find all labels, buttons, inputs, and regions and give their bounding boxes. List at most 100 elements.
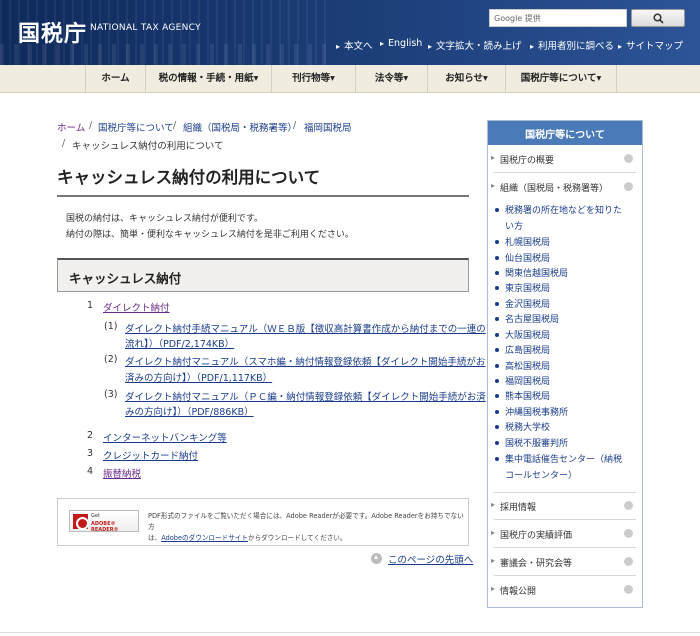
breadcrumb-separator: / <box>89 120 93 131</box>
link-manual-web-line1[interactable]: ダイレクト納付手続マニュアル（ＷＥＢ版【徴収高計算書作成から納付までの一連の <box>125 321 486 335</box>
sidebar-subitem-sapporo[interactable]: 札幌国税局 <box>494 235 550 248</box>
adobe-notice-pre: は、 <box>148 534 162 542</box>
sidebar-header: 国税庁等について <box>488 121 642 145</box>
list-number: 2 <box>87 430 94 441</box>
sidebar-subitem-tribunal[interactable]: 国税不服審判所 <box>494 436 568 449</box>
title-divider <box>57 195 469 197</box>
sidebar-item-performance-evaluation[interactable]: 国税庁の実績評価 <box>491 528 572 541</box>
sidebar-item-overview[interactable]: 国税庁の概要 <box>491 153 554 166</box>
sidebar-divider <box>494 172 636 173</box>
breadcrumb-home[interactable]: ホーム <box>57 120 85 134</box>
list-number: 1 <box>87 300 94 311</box>
arrow-up-icon <box>371 553 382 564</box>
section-heading-text: キャッシュレス納付 <box>69 271 182 286</box>
expand-icon[interactable] <box>624 529 633 538</box>
adobe-reader-notice: Get ADOBE® READER® PDF形式のファイルをご覧いただく場合には… <box>57 498 469 546</box>
nav-publications[interactable]: 刊行物等▾ <box>271 65 355 93</box>
list-number: 4 <box>87 466 94 477</box>
breadcrumb-separator: / <box>173 120 177 131</box>
breadcrumb-organization[interactable]: 組織（国税局・税務署等） <box>183 120 297 134</box>
adobe-notice-text: PDF形式のファイルをご覧いただく場合には、Adobe Readerが必要です。… <box>148 511 464 544</box>
search-button[interactable] <box>631 9 685 27</box>
link-manual-smartphone-line1[interactable]: ダイレクト納付マニュアル（スマホ編・納付情報登録依頼【ダイレクト開始手続がお <box>125 354 485 368</box>
sidebar-subitem-takamatsu[interactable]: 高松国税局 <box>494 359 550 372</box>
sidebar-subitem-tokyo[interactable]: 東京国税局 <box>494 281 550 294</box>
link-manual-pc-line1[interactable]: ダイレクト納付マニュアル（ＰＣ編・納付情報登録依頼【ダイレクト開始手続がお済 <box>125 389 486 403</box>
breadcrumb-fukuoka[interactable]: 福岡国税局 <box>304 120 352 134</box>
util-link-sitemap[interactable]: サイトマップ <box>618 38 683 52</box>
sidebar-item-organization[interactable]: 組織（国税局・税務署等） <box>491 181 608 194</box>
sidebar-subitem-call-center-cont[interactable]: コールセンター） <box>505 468 577 481</box>
intro-text-2: 納付の際は、簡単・便利なキャッシュレス納付を是非ご利用ください。 <box>66 230 354 240</box>
sublist-number: (3) <box>104 389 118 400</box>
breadcrumb-current: キャッシュレス納付の利用について <box>72 141 224 152</box>
sidebar-subitem-kanazawa[interactable]: 金沢国税局 <box>494 297 550 310</box>
site-header: 国税庁 NATIONAL TAX AGENCY Google 提供 本文へ En… <box>0 0 700 65</box>
section-heading: キャッシュレス納付 <box>57 258 469 292</box>
site-logo[interactable]: 国税庁 <box>18 16 87 48</box>
sidebar-title: 国税庁等について <box>525 130 605 141</box>
util-link-main-content[interactable]: 本文へ <box>336 38 373 52</box>
sidebar-item-information-disclosure[interactable]: 情報公開 <box>491 584 536 597</box>
search-placeholder: Google 提供 <box>494 14 541 23</box>
global-nav: ホーム 税の情報・手続・用紙▾ 刊行物等▾ 法令等▾ お知らせ▾ 国税庁等につい… <box>0 65 700 93</box>
sidebar-divider <box>494 547 636 548</box>
sidebar-divider <box>494 519 636 520</box>
breadcrumb-separator: / <box>293 120 297 131</box>
sidebar-subitem-tax-office-location-cont[interactable]: い方 <box>505 219 523 232</box>
page-top-link[interactable]: このページの先頭へ <box>388 552 473 566</box>
adobe-download-link[interactable]: Adobeのダウンロードサイト <box>161 534 248 542</box>
util-link-text-size[interactable]: 文字拡大・読み上げ <box>428 38 522 52</box>
expand-icon[interactable] <box>624 501 633 510</box>
sidebar-subitem-okinawa[interactable]: 沖縄国税事務所 <box>494 405 568 418</box>
breadcrumb-about[interactable]: 国税庁等について <box>98 120 174 134</box>
link-transfer-payment[interactable]: 振替納税 <box>103 466 141 480</box>
link-internet-banking[interactable]: インターネットバンキング等 <box>103 430 227 444</box>
sidebar-subitem-sendai[interactable]: 仙台国税局 <box>494 251 550 264</box>
sidebar-subitem-osaka[interactable]: 大阪国税局 <box>494 328 550 341</box>
expand-icon[interactable] <box>624 585 633 594</box>
intro-text-1: 国税の納付は、キャッシュレス納付が便利です。 <box>66 214 263 224</box>
nav-tax-info[interactable]: 税の情報・手続・用紙▾ <box>145 65 271 93</box>
sidebar-subitem-tax-college[interactable]: 税務大学校 <box>494 420 550 433</box>
sidebar-subitem-call-center[interactable]: 集中電話催告センター（納税 <box>494 452 622 465</box>
link-manual-smartphone-line2[interactable]: 済みの方向け】）（PDF/1,117KB） <box>125 370 272 384</box>
footer-divider <box>0 632 700 633</box>
sidebar-divider <box>494 575 636 576</box>
search-icon <box>653 13 664 24</box>
get-adobe-reader-badge[interactable]: Get ADOBE® READER® <box>69 510 139 533</box>
nav-laws[interactable]: 法令等▾ <box>355 65 427 93</box>
sublist-number: (2) <box>104 354 118 365</box>
link-credit-card[interactable]: クレジットカード納付 <box>103 448 198 462</box>
link-manual-pc-line2[interactable]: みの方向け】）（PDF/886KB） <box>125 404 254 418</box>
badge-get-text: Get <box>91 513 100 519</box>
adobe-notice-post: からダウンロードしてください。 <box>247 534 347 542</box>
adobe-notice-line1: PDF形式のファイルをご覧いただく場合には、Adobe Readerが必要です。… <box>148 512 464 531</box>
sidebar-subitem-hiroshima[interactable]: 広島国税局 <box>494 343 550 356</box>
link-direct-payment[interactable]: ダイレクト納付 <box>103 300 170 314</box>
nav-about-agency[interactable]: 国税庁等について▾ <box>505 65 617 93</box>
sidebar-item-councils[interactable]: 審議会・研究会等 <box>491 556 572 569</box>
sidebar: 国税庁等について 国税庁の概要 組織（国税局・税務署等） 税務署の所在地などを知… <box>487 120 643 608</box>
sublist-number: (1) <box>104 321 118 332</box>
collapse-icon[interactable] <box>624 182 633 191</box>
link-manual-web-line2[interactable]: 流れ】）（PDF/2,174KB） <box>125 336 234 350</box>
sidebar-subitem-nagoya[interactable]: 名古屋国税局 <box>494 312 559 325</box>
sidebar-subitem-kanto-shinetsu[interactable]: 関東信越国税局 <box>494 266 568 279</box>
nav-home[interactable]: ホーム <box>85 65 145 93</box>
adobe-logo-icon <box>73 514 89 530</box>
sidebar-subitem-fukuoka[interactable]: 福岡国税局 <box>494 374 550 387</box>
util-link-english[interactable]: English <box>380 38 422 49</box>
list-number: 3 <box>87 448 94 459</box>
sidebar-item-recruitment[interactable]: 採用情報 <box>491 500 536 513</box>
search-input[interactable]: Google 提供 <box>489 9 627 27</box>
breadcrumb-separator: / <box>62 138 66 149</box>
nav-news[interactable]: お知らせ▾ <box>427 65 505 93</box>
expand-icon[interactable] <box>624 154 633 163</box>
sidebar-subitem-kumamoto[interactable]: 熊本国税局 <box>494 389 550 402</box>
sidebar-divider <box>494 492 636 493</box>
expand-icon[interactable] <box>624 557 633 566</box>
util-link-by-user[interactable]: 利用者別に調べる <box>530 38 614 52</box>
page-title: キャッシュレス納付の利用について <box>57 168 321 187</box>
sidebar-subitem-tax-office-location[interactable]: 税務署の所在地などを知りた <box>494 203 622 216</box>
